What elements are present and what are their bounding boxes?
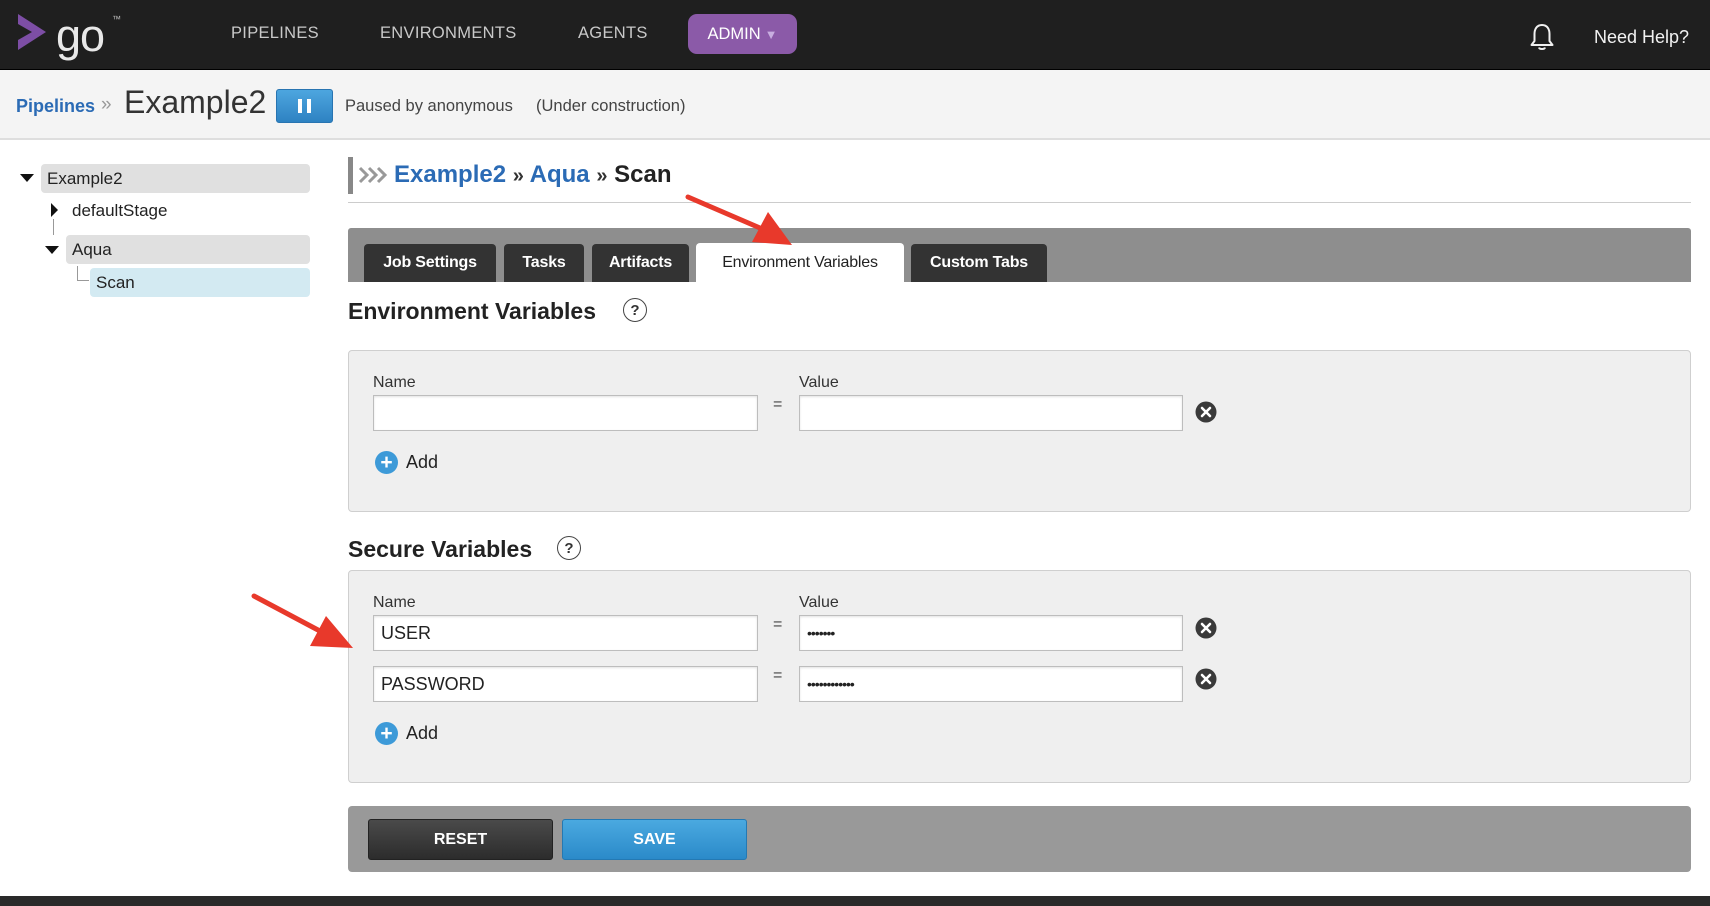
tree-item-aqua[interactable]: Aqua bbox=[66, 235, 310, 264]
env-name-label: Name bbox=[373, 374, 416, 391]
tab-tasks[interactable]: Tasks bbox=[504, 244, 584, 282]
job-breadcrumb-heading: Example2 » Aqua » Scan bbox=[394, 161, 672, 189]
equals-sign: = bbox=[773, 616, 783, 633]
tree-item-defaultstage[interactable]: defaultStage bbox=[66, 196, 266, 225]
heading-separator: » bbox=[596, 165, 608, 187]
equals-sign: = bbox=[773, 396, 783, 413]
pause-icon-bar-left bbox=[298, 99, 302, 113]
chevron-down-icon: ▼ bbox=[764, 26, 778, 42]
nav-admin-label: ADMIN bbox=[707, 24, 761, 43]
secure-value-label: Value bbox=[799, 594, 839, 611]
tree-item-label: Aqua bbox=[72, 239, 112, 259]
heading-separator: » bbox=[512, 165, 524, 187]
logo-text: go bbox=[56, 10, 105, 61]
save-button[interactable]: SAVE bbox=[562, 819, 747, 860]
secure-vars-panel: Name Value USER = ••••••• PASSWORD = •••… bbox=[348, 570, 1691, 783]
pipeline-header: Pipelines » Example2 Paused by anonymous… bbox=[0, 70, 1710, 140]
secure-add-button[interactable]: + Add bbox=[375, 722, 438, 745]
secure-value-field[interactable]: •••••••••••• bbox=[799, 666, 1183, 702]
need-help-link[interactable]: Need Help? bbox=[1594, 27, 1689, 48]
secure-name-label: Name bbox=[373, 594, 416, 611]
secure-name-field[interactable]: USER bbox=[373, 615, 758, 651]
tab-custom-tabs[interactable]: Custom Tabs bbox=[911, 244, 1047, 282]
equals-sign: = bbox=[773, 667, 783, 684]
job-tabs: Job Settings Tasks Artifacts Environment… bbox=[348, 228, 1691, 282]
go-logo-icon bbox=[18, 14, 46, 50]
go-logo[interactable]: go ™ bbox=[14, 10, 124, 61]
env-add-button[interactable]: + Add bbox=[375, 451, 438, 474]
tree-item-label: defaultStage bbox=[72, 200, 168, 220]
bottom-footer-strip bbox=[0, 896, 1710, 906]
tab-environment-variables[interactable]: Environment Variables bbox=[696, 243, 904, 282]
tree-connector-line bbox=[77, 266, 78, 280]
heading-divider bbox=[348, 202, 1691, 203]
tree-collapse-example2-icon[interactable] bbox=[20, 174, 34, 182]
env-vars-title: Environment Variables bbox=[348, 298, 596, 324]
plus-icon: + bbox=[375, 722, 398, 745]
remove-icon[interactable] bbox=[1195, 668, 1217, 690]
remove-icon[interactable] bbox=[1195, 401, 1217, 423]
tree-collapse-aqua-icon[interactable] bbox=[45, 246, 59, 254]
tree-item-scan[interactable]: Scan bbox=[90, 268, 310, 297]
add-label: Add bbox=[406, 452, 439, 472]
page-title: Example2 bbox=[124, 84, 267, 120]
nav-pipelines[interactable]: PIPELINES bbox=[231, 24, 319, 43]
nav-agents[interactable]: AGENTS bbox=[578, 24, 648, 43]
heading-job-name: Scan bbox=[614, 161, 672, 188]
tab-job-settings[interactable]: Job Settings bbox=[364, 244, 496, 282]
pause-icon-bar-right bbox=[307, 99, 311, 113]
pause-button[interactable] bbox=[276, 89, 333, 123]
reset-button[interactable]: RESET bbox=[368, 819, 553, 860]
breadcrumb-separator: » bbox=[101, 94, 112, 115]
bell-icon[interactable] bbox=[1528, 22, 1556, 52]
help-icon[interactable]: ? bbox=[557, 536, 581, 560]
tree-item-example2[interactable]: Example2 bbox=[41, 164, 310, 193]
tree-item-label: Example2 bbox=[47, 168, 123, 188]
secure-value-field[interactable]: ••••••• bbox=[799, 615, 1183, 651]
env-vars-panel: Name Value = + Add bbox=[348, 350, 1691, 512]
add-label: Add bbox=[406, 723, 439, 743]
plus-icon: + bbox=[375, 451, 398, 474]
tree-connector-line bbox=[77, 280, 89, 281]
construction-status-text: (Under construction) bbox=[536, 97, 686, 115]
secure-vars-title: Secure Variables bbox=[348, 536, 533, 562]
breadcrumb-pipelines-link[interactable]: Pipelines bbox=[16, 96, 95, 117]
annotation-arrow-icon bbox=[251, 593, 353, 648]
tree-item-label: Scan bbox=[96, 272, 135, 292]
env-value-field[interactable] bbox=[799, 395, 1183, 431]
nav-environments[interactable]: ENVIRONMENTS bbox=[380, 24, 517, 43]
tree-connector-line bbox=[53, 219, 54, 235]
logo-trademark: ™ bbox=[112, 14, 121, 24]
tab-artifacts[interactable]: Artifacts bbox=[592, 244, 689, 282]
env-value-label: Value bbox=[799, 374, 839, 391]
paused-status-text: Paused by anonymous bbox=[345, 97, 513, 115]
top-navigation-bar: go ™ PIPELINES ENVIRONMENTS AGENTS ADMIN… bbox=[0, 0, 1710, 70]
heading-pipeline-link[interactable]: Example2 bbox=[394, 161, 506, 188]
remove-icon[interactable] bbox=[1195, 617, 1217, 639]
form-actions-bar: RESET SAVE bbox=[348, 806, 1691, 872]
help-icon[interactable]: ? bbox=[623, 298, 647, 322]
heading-accent-bar bbox=[348, 157, 353, 194]
secure-name-field[interactable]: PASSWORD bbox=[373, 666, 758, 702]
env-name-field[interactable] bbox=[373, 395, 758, 431]
chevrons-icon bbox=[358, 166, 388, 184]
nav-admin-dropdown[interactable]: ADMIN ▼ bbox=[688, 14, 797, 54]
heading-stage-link[interactable]: Aqua bbox=[530, 161, 590, 188]
tree-expand-defaultstage-icon[interactable] bbox=[51, 203, 58, 217]
